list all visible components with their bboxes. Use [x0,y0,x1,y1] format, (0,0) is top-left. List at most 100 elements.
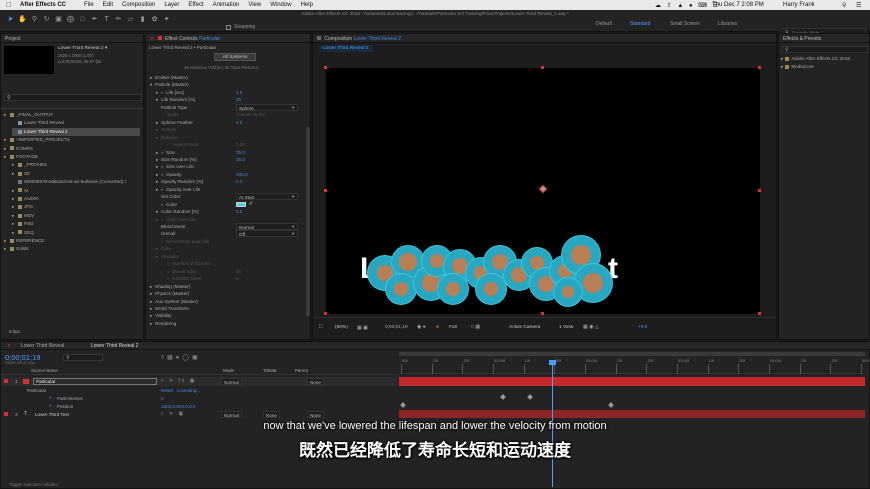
timeline-switches-icons[interactable]: ◊▦●◯▣ [161,354,201,361]
composition-tab[interactable]: Composition Lower Third Reveal 2 [313,34,776,43]
clock[interactable]: Thu Dec 7 2:08 PM [712,2,764,8]
effect-property-row[interactable]: ▸ Size Random [%] 25.0 [146,156,306,163]
layer-switches[interactable]: ◊ ✕ ▣ [161,410,185,419]
disclosure-icon[interactable]: ▸ [12,170,16,178]
all-systems-button[interactable]: All Systems [214,53,256,61]
effect-property-row[interactable]: ▸ Aux System (Master) [146,298,306,305]
playhead-handle[interactable] [548,360,556,365]
disclosure-icon[interactable]: ▸ [156,208,158,215]
menu-window[interactable]: Window [270,2,291,8]
effect-property-value[interactable]: 25.0 [236,156,245,163]
disclosure-icon[interactable]: ▸ [12,212,16,220]
disclosure-icon[interactable]: ▸ [4,136,8,144]
disclosure-icon[interactable]: ▸ [4,145,8,153]
disclosure-icon[interactable]: ▸ [156,163,158,170]
stopwatch-icon[interactable]: ◐ [161,238,164,245]
snapshot-icon[interactable]: ◉ ● [417,324,426,330]
lock-icon[interactable] [317,36,321,40]
effect-property-value[interactable]: 0.0 [236,119,242,126]
disclosure-icon[interactable]: ▸ [12,203,16,211]
project-item[interactable]: ▸ PSD [12,220,140,228]
layer-label-color[interactable] [4,412,8,416]
effect-property-row[interactable]: ◐ Color ✐ [146,201,306,208]
app-menu[interactable]: After Effects CC [20,2,66,8]
menu-edit[interactable]: Edit [103,2,113,8]
snapping-checkbox[interactable] [226,25,231,30]
effect-property-row[interactable]: ▸ Emitter (Master) [146,74,306,81]
disclosure-icon[interactable]: ▸ [150,290,152,297]
project-item[interactable]: ▸ Solids [4,245,140,253]
layer-row-particular[interactable]: 1 Particular ◊ ✕ fx ▣ Normal None [1,377,397,386]
stopwatch-icon[interactable]: ◐ [161,201,164,208]
color-channel-icon[interactable]: ● [436,324,439,330]
effect-property-row[interactable]: ▸ Life Random [%] 25 [146,96,306,103]
menu-composition[interactable]: Composition [122,2,155,8]
stopwatch-icon[interactable]: ◐ [167,260,170,267]
project-item[interactable]: ▸ _PROXIES [12,161,140,169]
grid-icon[interactable]: ▦ ▣ [357,325,368,331]
effect-property-row[interactable]: ◐ Aspect Ratio 1.00 [146,141,306,148]
layer-bar-particular[interactable] [399,377,865,386]
layer-switches[interactable]: ◊ ✕ fx ▣ [161,377,196,386]
workspace-small-screen[interactable]: Small Screen [670,21,700,27]
layer-row-lower-third-text[interactable]: 3 T Lower Third Text ◊ ✕ ▣ Normal None N… [1,410,397,419]
layer-mode-dropdown[interactable]: Normal [221,378,242,385]
selection-tool-icon[interactable]: ➤ [6,15,15,24]
keyframe[interactable] [527,394,533,400]
chevron-down-icon[interactable]: ▾ [292,230,294,237]
stopwatch-icon[interactable]: ◐ [161,163,164,170]
effect-property-dropdown[interactable]: Off [236,230,298,238]
disclosure-icon[interactable]: ▸ [156,89,158,96]
pen-tool-icon[interactable]: ✒ [90,15,99,24]
user-name[interactable]: Harry Frank [783,2,815,8]
effect-property-dropdown[interactable]: Sphere [236,103,298,111]
disclosure-icon[interactable]: ▸ [4,111,8,119]
eraser-tool-icon[interactable]: ▮ [138,15,147,24]
view-layout-dropdown[interactable]: 1 View [559,325,573,330]
effect-property-row[interactable]: ◐ Blend Mode over Life [146,238,306,245]
layer-parent-dropdown[interactable]: None [307,411,324,418]
layer-name[interactable]: Particular [33,378,157,385]
disclosure-icon[interactable]: ▸ [150,298,152,305]
disclosure-icon[interactable]: ▸ [156,134,158,141]
workspace-default[interactable]: Default [596,21,612,27]
status-icons[interactable]: ☁ ⇧ ▲ ● ⌨ ☰ [655,2,720,9]
close-icon[interactable]: ✕ [7,343,11,349]
rectangle-tool-icon[interactable]: □ [78,15,87,24]
disclosure-icon[interactable]: ▸ [150,74,152,81]
timeline-tab-1[interactable]: Lower Third Reveal 2 [91,343,138,349]
disclosure-icon[interactable]: ▸ [156,119,158,126]
disclosure-icon[interactable]: ▸ [4,237,8,245]
keyframe[interactable] [608,402,614,408]
zoom-tool-icon[interactable]: ⚲ [30,15,39,24]
close-icon[interactable]: ✕ [150,36,154,42]
disclosure-icon[interactable]: ▸ [150,283,152,290]
brush-tool-icon[interactable]: ✏ [114,15,123,24]
keyframe[interactable] [400,402,406,408]
menu-view[interactable]: View [248,2,261,8]
stopwatch-icon[interactable]: ◐ [167,268,170,275]
disclosure-icon[interactable]: ▸ [4,153,8,161]
menu-list-icon[interactable]: ☰ [856,2,861,9]
comp-timecode[interactable]: 0;00;01;19 [385,325,408,330]
layer-bar-lower-third-text[interactable] [399,410,865,418]
project-item[interactable]: ▸ SEQ [12,229,140,237]
layer-name[interactable]: Lower Third Text [35,410,69,419]
zoom-dropdown[interactable]: (50%) [335,325,348,330]
project-item[interactable]: ▸ +IMPORTED_PROJECTS [4,136,140,144]
stopwatch-icon[interactable]: ◐ [161,89,164,96]
effect-property-row[interactable]: Unmult Off ▾ [146,230,306,238]
resolution-dropdown[interactable]: Full [449,325,457,330]
effect-property-row[interactable]: ▸ Shading (Master) [146,283,306,290]
stopwatch-icon[interactable]: ◐ [167,141,170,148]
project-item[interactable]: ▸ REFERENCE [4,237,140,245]
hand-tool-icon[interactable]: ✋ [18,15,27,24]
apple-icon[interactable]:  [6,2,11,9]
disclosure-icon[interactable]: ▾ [150,81,152,88]
layer-parent-dropdown[interactable]: None [307,378,324,385]
project-item[interactable]: ▸ AI [12,187,140,195]
disclosure-icon[interactable]: ▸ [156,178,158,185]
disclosure-icon[interactable]: ▸ [156,126,158,133]
timeline-footer[interactable]: Toggle Switches / Modes [9,482,58,487]
workspace-libraries[interactable]: Libraries [718,21,737,27]
